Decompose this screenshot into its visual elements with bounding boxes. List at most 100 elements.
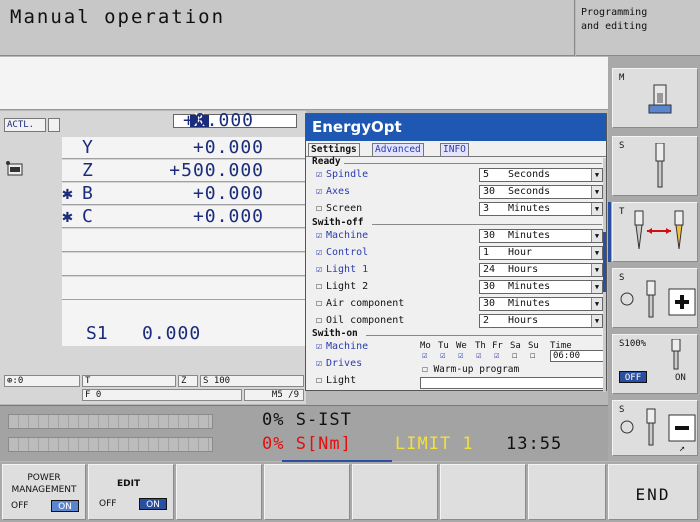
ready-screen-select[interactable]: 3 Minutes ▼	[479, 202, 603, 216]
axis-row-y[interactable]: Y +0.000	[62, 137, 306, 159]
day-saturday-checkbox[interactable]: ☐	[512, 351, 517, 361]
dropdown-arrow-icon: ▼	[591, 186, 602, 198]
torque-load-bar	[8, 437, 213, 452]
axis-star-icon: ✱	[62, 206, 73, 227]
ready-spindle-select[interactable]: 5 Seconds ▼	[479, 168, 603, 182]
ready-spindle-checkbox[interactable]: ☑ Spindle	[316, 168, 368, 181]
day-sunday-checkbox[interactable]: ☐	[530, 351, 535, 361]
dropdown-arrow-icon: ▼	[591, 203, 602, 215]
status-tool: T	[82, 375, 176, 387]
edit-on-state: ON	[139, 498, 167, 510]
message-bar	[0, 57, 608, 110]
softkey-empty-3[interactable]	[176, 464, 262, 520]
ready-screen-checkbox[interactable]: ☐ Screen	[316, 202, 362, 215]
end-softkey[interactable]: END	[608, 464, 698, 520]
axis-name: C	[82, 206, 93, 227]
day-friday-checkbox[interactable]: ☑	[494, 351, 499, 361]
off-machine-checkbox[interactable]: ☑ Machine	[316, 229, 368, 242]
day-monday-checkbox[interactable]: ☑	[422, 351, 427, 361]
off-light1-select[interactable]: 24 Hours ▼	[479, 263, 603, 277]
edit-softkey[interactable]: EDIT OFF ON	[88, 464, 174, 520]
empty-row	[62, 300, 306, 323]
day-thursday-label: Th	[475, 341, 486, 351]
power-management-softkey[interactable]: POWER MANAGEMENT OFF ON	[2, 464, 86, 520]
group-ready-label: Ready	[312, 156, 341, 167]
ready-axes-select[interactable]: 30 Seconds ▼	[479, 185, 603, 199]
axis-name: Y	[82, 137, 93, 158]
t-tool-softkey[interactable]: T	[612, 202, 698, 262]
operating-mode-header: Manual operation	[0, 0, 575, 56]
on-machine-checkbox[interactable]: ☑ Machine	[316, 340, 368, 353]
axis-row-x[interactable]: X +0.000	[173, 112, 297, 130]
softkey-empty-5[interactable]	[352, 464, 438, 520]
softkey-empty-7[interactable]	[528, 464, 606, 520]
m-function-softkey[interactable]: M	[612, 68, 698, 128]
dropdown-arrow-icon: ▼	[591, 247, 602, 259]
tool-change-icon	[6, 161, 23, 176]
axis-row-z[interactable]: Z +500.000	[62, 160, 306, 182]
day-wednesday-checkbox[interactable]: ☑	[458, 351, 463, 361]
softkey-empty-4[interactable]	[264, 464, 350, 520]
off-oil-checkbox[interactable]: ☐ Oil component	[316, 314, 404, 327]
group-switchoff-label: Swith-off	[312, 217, 364, 228]
day-sunday-label: Su	[528, 341, 539, 351]
position-type-box	[48, 118, 60, 132]
time-input[interactable]: 06:00	[550, 350, 605, 362]
spindle-load-text: 0% S-IST	[262, 410, 352, 430]
day-tuesday-checkbox[interactable]: ☑	[440, 351, 445, 361]
spindle-override-plus-softkey[interactable]: S	[612, 268, 698, 328]
power-off-label: OFF	[11, 501, 29, 511]
s-spindle-softkey[interactable]: S	[612, 136, 698, 196]
day-thursday-checkbox[interactable]: ☑	[476, 351, 481, 361]
arrow-diagonal-icon: ↗	[679, 443, 686, 454]
off-control-checkbox[interactable]: ☑ Control	[316, 246, 368, 259]
day-friday-label: Fr	[492, 341, 503, 351]
axis-row-b[interactable]: ✱ B +0.000	[62, 183, 306, 205]
dialog-title: EnergyOpt	[306, 114, 606, 141]
empty-row	[62, 253, 306, 276]
s100-on-label: ON	[675, 373, 686, 383]
ready-axes-checkbox[interactable]: ☑ Axes	[316, 185, 350, 198]
spindle-value: 0.000	[142, 323, 202, 344]
power-on-state: ON	[51, 500, 79, 512]
clock-text: 13:55	[506, 434, 563, 454]
axis-value: +0.000	[192, 183, 264, 204]
dropdown-arrow-icon: ▼	[591, 169, 602, 181]
on-drives-checkbox[interactable]: ☑ Drives	[316, 357, 362, 370]
off-air-checkbox[interactable]: ☐ Air component	[316, 297, 404, 310]
tool-swap-icon	[634, 210, 684, 250]
axis-star-icon: ✱	[62, 183, 73, 204]
spindle-100-softkey[interactable]: S100% OFF ON	[612, 334, 698, 394]
status-preset: ⊕:0	[4, 375, 80, 387]
on-light-checkbox[interactable]: ☐ Light	[316, 374, 356, 387]
tab-settings[interactable]: Settings	[308, 143, 360, 156]
tab-advanced[interactable]: Advanced	[372, 143, 424, 156]
off-light2-checkbox[interactable]: ☐ Light 2	[316, 280, 368, 293]
dropdown-arrow-icon: ▼	[591, 298, 602, 310]
off-light2-select[interactable]: 30 Minutes ▼	[479, 280, 603, 294]
softkey-empty-6[interactable]	[440, 464, 526, 520]
spindle-override-minus-softkey[interactable]: S ↗	[612, 400, 698, 456]
day-tuesday-label: Tu	[438, 341, 449, 351]
secondary-mode-line1: Programming	[581, 7, 648, 18]
status-tool-axis: Z	[178, 375, 198, 387]
limit-text: LIMIT 1	[395, 434, 474, 454]
warmup-program-input[interactable]	[420, 377, 604, 389]
off-control-select[interactable]: 1 Hour ▼	[479, 246, 603, 260]
m-function-icon	[648, 84, 672, 114]
off-light1-checkbox[interactable]: ☑ Light 1	[316, 263, 368, 276]
spindle-icon	[671, 339, 681, 370]
axis-row-c[interactable]: ✱ C +0.000	[62, 206, 306, 228]
warmup-checkbox[interactable]: ☐ Warm-up program	[422, 364, 519, 375]
edit-off-label: OFF	[99, 499, 117, 509]
tab-info[interactable]: INFO	[440, 143, 469, 156]
secondary-mode-panel[interactable]: Programming and editing	[576, 0, 700, 56]
empty-row	[62, 277, 306, 300]
off-machine-select[interactable]: 30 Minutes ▼	[479, 229, 603, 243]
off-air-select[interactable]: 30 Minutes ▼	[479, 297, 603, 311]
torque-load-text: 0% S[Nm]	[262, 434, 352, 454]
dialog-scrollbar-thumb[interactable]	[603, 232, 606, 292]
position-type-label[interactable]: ACTL.	[4, 118, 46, 132]
off-oil-select[interactable]: 2 Hours ▼	[479, 314, 603, 328]
axis-value: +0.000	[192, 137, 264, 158]
